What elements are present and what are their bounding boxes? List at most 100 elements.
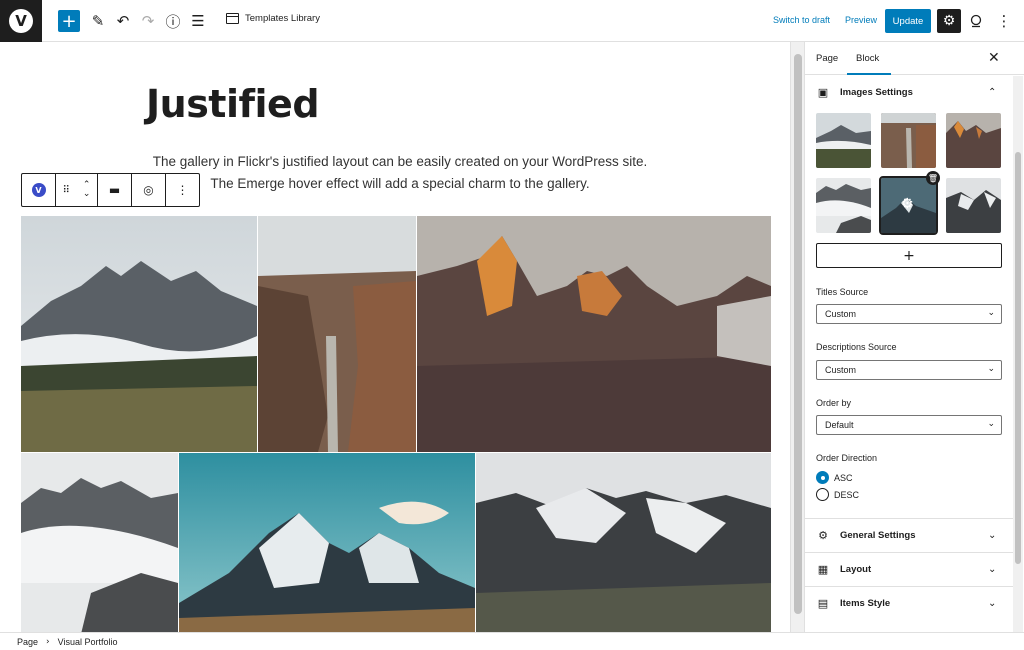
gallery-image[interactable] [21, 453, 178, 632]
template-icon [226, 13, 239, 24]
plugin-button[interactable] [964, 9, 988, 33]
gallery-image[interactable] [179, 453, 475, 632]
breadcrumb-visual-portfolio[interactable]: Visual Portfolio [58, 637, 118, 647]
gear-icon: ⚙ [942, 13, 956, 29]
descriptions-source-value: Custom [825, 365, 857, 375]
foggy-spires-image [21, 453, 178, 632]
image-thumbnail[interactable] [816, 113, 871, 168]
close-sidebar-button[interactable]: ✕ [988, 50, 1000, 66]
editor-canvas[interactable]: Justified The gallery in Flickr's justif… [0, 42, 790, 632]
images-settings-header[interactable]: ▣ Images Settings ⌃ [805, 75, 1024, 109]
add-images-button[interactable]: + [816, 243, 1002, 268]
sunlit-peaks-image [417, 216, 771, 452]
titles-source-value: Custom [825, 309, 857, 319]
chevron-down-icon: ⌄ [988, 530, 997, 541]
settings-button[interactable]: ⚙ [937, 9, 961, 33]
chevron-up-icon: ⌃ [988, 86, 997, 98]
tab-block[interactable]: Block [856, 53, 879, 64]
layout-grid-icon: ▦ [817, 563, 829, 576]
details-button[interactable]: ⓘ [161, 9, 185, 33]
descriptions-source-label: Descriptions Source [816, 342, 897, 352]
more-vertical-icon: ⋮ [176, 183, 189, 197]
layout-label: Layout [840, 564, 872, 575]
order-by-select[interactable]: Default ⌄ [816, 415, 1002, 435]
sidebar-tabs: Page Block ✕ [805, 42, 1024, 75]
block-toolbar: V ⠿ ⌃ ⌄ ▬ ◎ ⋮ [21, 173, 200, 207]
chevron-down-icon: ⌄ [988, 598, 997, 609]
options-menu-button[interactable]: ⋮ [992, 9, 1016, 33]
thumbnail-image [946, 178, 1001, 233]
add-block-button[interactable]: + [58, 10, 80, 32]
sidebar-scrollbar[interactable] [1013, 76, 1023, 632]
tab-page[interactable]: Page [816, 53, 838, 64]
gallery-settings-icon: ◎ [143, 183, 154, 197]
chevron-down-icon: ⌄ [988, 564, 997, 575]
plus-icon: + [61, 10, 77, 32]
undo-icon: ↶ [116, 12, 130, 30]
layout-panel[interactable]: ▦ Layout ⌄ [805, 552, 1015, 586]
templates-library-label: Templates Library [245, 13, 320, 24]
gallery-image[interactable] [476, 453, 771, 632]
undo-button[interactable]: ↶ [111, 9, 135, 33]
more-options-button[interactable]: ⋮ [166, 174, 199, 206]
image-thumbnail[interactable] [946, 113, 1001, 168]
gallery-description[interactable]: The gallery in Flickr's justified layout… [150, 151, 650, 195]
chevron-right-icon: › [46, 636, 50, 647]
sidebar-scrollbar-thumb[interactable] [1015, 152, 1021, 564]
items-style-label: Items Style [840, 598, 891, 609]
desc-label: DESC [834, 489, 860, 500]
gear-icon[interactable]: ⚙ [901, 196, 914, 212]
update-button[interactable]: Update [885, 9, 931, 33]
gallery-image[interactable] [417, 216, 771, 452]
plugin-icon [970, 14, 982, 28]
breadcrumb-page[interactable]: Page [17, 637, 38, 647]
block-type-button[interactable]: V [22, 174, 56, 206]
chevron-down-icon: ⌄ [987, 419, 995, 429]
items-style-icon: ▤ [817, 597, 829, 610]
editor-scrollbar-thumb[interactable] [794, 54, 802, 614]
image-thumbnail-selected[interactable]: ⚙ [879, 176, 938, 235]
chevron-down-icon: ⌄ [987, 364, 995, 374]
drag-handle-icon[interactable]: ⠿ [63, 185, 70, 196]
radio-unchecked[interactable] [816, 488, 829, 501]
thumbnail-image [816, 113, 871, 168]
gallery-image[interactable] [21, 216, 257, 452]
image-thumbnail[interactable] [946, 178, 1001, 233]
gallery-image[interactable] [258, 216, 416, 452]
general-settings-panel[interactable]: ⚙ General Settings ⌄ [805, 518, 1015, 552]
redo-icon: ↷ [141, 12, 155, 30]
top-toolbar: V + ✎ ↶ ↷ ⓘ ☰ Templates Library Switch t… [0, 0, 1024, 42]
chevron-down-icon: ⌄ [987, 308, 995, 318]
redo-button[interactable]: ↷ [136, 9, 160, 33]
preview-button[interactable]: Preview [845, 15, 877, 25]
block-settings-button[interactable]: ◎ [132, 174, 166, 206]
list-view-button[interactable]: ☰ [186, 9, 210, 33]
order-direction-desc[interactable]: DESC [816, 488, 859, 501]
order-direction-asc[interactable]: ASC [816, 471, 853, 484]
switch-to-draft-button[interactable]: Switch to draft [773, 15, 830, 25]
breadcrumb: Page › Visual Portfolio [0, 632, 1024, 650]
align-button[interactable]: ▬ [98, 174, 132, 206]
image-thumbnail[interactable] [816, 178, 871, 233]
titles-source-select[interactable]: Custom ⌄ [816, 304, 1002, 324]
edit-tool-button[interactable]: ✎ [86, 9, 110, 33]
descriptions-source-select[interactable]: Custom ⌄ [816, 360, 1002, 380]
radio-checked[interactable] [816, 471, 829, 484]
thumbnail-image [946, 113, 1001, 168]
site-logo[interactable]: V [0, 0, 42, 42]
order-by-value: Default [825, 420, 854, 430]
order-by-label: Order by [816, 398, 852, 408]
general-settings-label: General Settings [840, 530, 916, 541]
delete-image-button[interactable]: 🗑 [926, 171, 940, 185]
titles-source-label: Titles Source [816, 287, 869, 297]
editor-scrollbar[interactable] [790, 42, 804, 632]
templates-library-button[interactable]: Templates Library [226, 13, 320, 24]
items-style-panel[interactable]: ▤ Items Style ⌄ [805, 586, 1015, 620]
page-title[interactable]: Justified [146, 82, 320, 126]
move-up-down-icon[interactable]: ⌃ ⌄ [83, 181, 91, 199]
pencil-icon: ✎ [91, 12, 105, 30]
images-icon: ▣ [817, 85, 829, 99]
canyon-image [258, 216, 416, 452]
order-direction-label: Order Direction [816, 453, 878, 463]
image-thumbnail[interactable] [881, 113, 936, 168]
